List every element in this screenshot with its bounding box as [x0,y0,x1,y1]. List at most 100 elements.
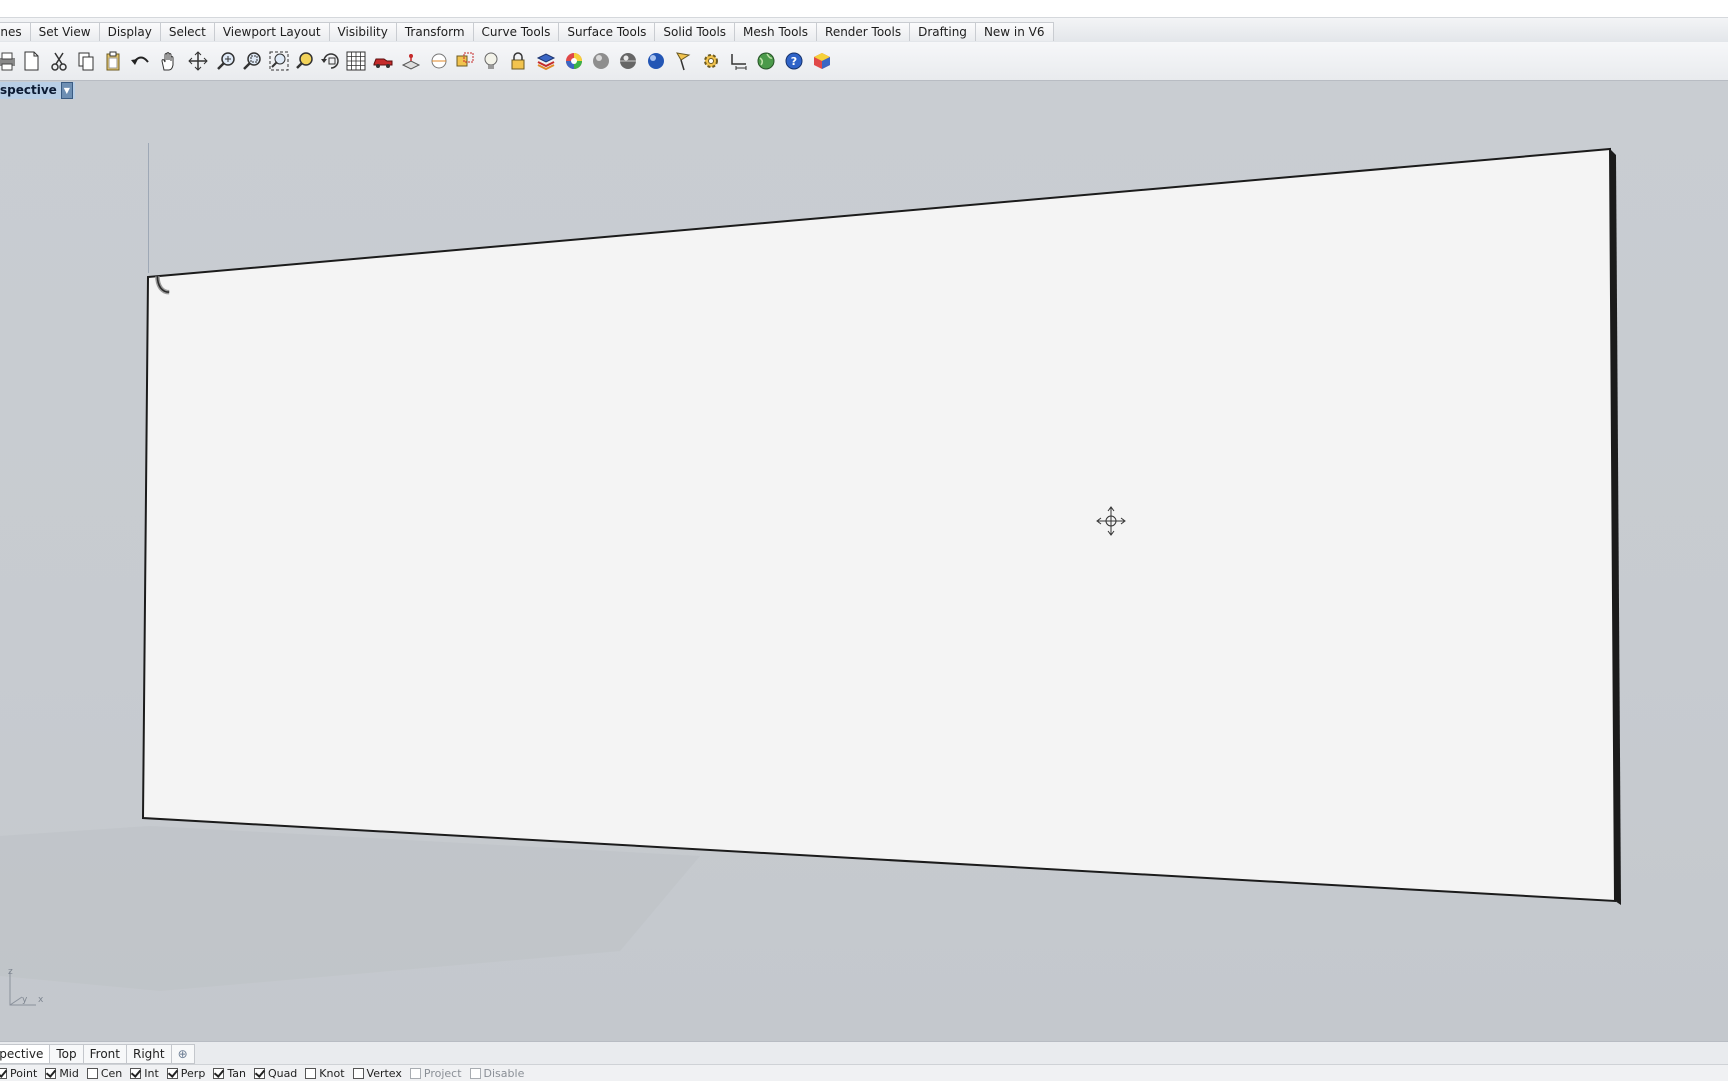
view-tab-top[interactable]: Top [49,1044,84,1064]
toolbar-tab-drafting[interactable]: Drafting [909,22,976,41]
zoom-window-icon[interactable] [241,50,263,72]
axis-label-z: z [8,967,13,977]
help-icon[interactable]: ? [783,50,805,72]
render-sphere-icon[interactable] [617,50,639,72]
window-top-strip [0,0,1728,17]
layer-icon[interactable] [535,50,557,72]
osnap-disable[interactable]: Disable [469,1066,525,1080]
shade-sphere-icon[interactable] [590,50,612,72]
render-cube-icon[interactable] [811,50,833,72]
osnap-label: Point [10,1066,38,1080]
cplane-icon[interactable] [400,50,422,72]
toolbar-tab-mesh-tools[interactable]: Mesh Tools [734,22,818,41]
standard-toolbar: ? [0,42,1728,81]
add-viewport-tab-button[interactable]: ⊕ [170,1044,195,1064]
named-view-icon[interactable] [454,50,476,72]
axis-label-x: x [38,995,44,1005]
osnap-point[interactable]: Point [0,1067,37,1080]
patterned-panel-model[interactable] [0,81,1728,1041]
toolbar-tab-surface-tools[interactable]: Surface Tools [558,22,656,41]
osnap-label: Cen [100,1066,123,1080]
osnap-checkbox[interactable] [409,1067,421,1079]
osnap-label: Mid [59,1066,79,1080]
osnap-project[interactable]: Project [409,1067,462,1080]
toolbar-tab-visibility[interactable]: Visibility [328,22,397,41]
osnap-checkbox[interactable] [0,1067,7,1079]
svg-text:?: ? [791,55,797,68]
view-tab-front[interactable]: Front [82,1044,127,1064]
toolbar-tab-display[interactable]: Display [98,22,161,41]
gear-icon[interactable] [700,50,722,72]
cut-icon[interactable] [48,50,70,72]
toolbar-tab-render-tools[interactable]: Render Tools [816,22,911,41]
panel-face[interactable] [141,147,1617,903]
osnap-vertex[interactable]: Vertex [352,1066,402,1080]
undo-icon[interactable] [130,50,152,72]
circle-icon[interactable] [428,50,450,72]
perspective-viewport[interactable]: z y x spective ▼ [0,81,1728,1041]
viewport-title[interactable]: spective ▼ [0,82,75,99]
toolbar-tab-new-in-v6[interactable]: New in V6 [974,22,1054,41]
toolbar-tab-bar: anesSet ViewDisplaySelectViewport Layout… [0,17,1728,43]
earth-icon[interactable] [755,50,777,72]
gumball-cursor-icon[interactable] [1096,506,1126,536]
move-cross-icon[interactable] [187,50,209,72]
view-tab-right[interactable]: Right [125,1044,172,1064]
toolbar-tab-curve-tools[interactable]: Curve Tools [472,22,560,41]
osnap-int[interactable]: Int [130,1067,159,1080]
view-tab-spective[interactable]: spective [0,1044,51,1064]
print-icon[interactable] [0,50,18,72]
osnap-checkbox[interactable] [305,1067,317,1079]
osnap-knot[interactable]: Knot [305,1066,345,1080]
dimension-icon[interactable] [728,50,750,72]
osnap-checkbox[interactable] [130,1067,142,1079]
viewport-menu-caret-icon[interactable]: ▼ [60,82,73,99]
lock-icon[interactable] [507,50,529,72]
viewport-tabs: spectiveTopFrontRight⊕ [0,1044,195,1064]
zoom-in-icon[interactable] [215,50,237,72]
osnap-label: Knot [319,1066,345,1080]
copy-icon[interactable] [75,50,97,72]
axis-label-y: y [22,995,28,1005]
light-bulb-icon[interactable] [480,50,502,72]
osnap-perp[interactable]: Perp [166,1066,206,1080]
osnap-list: Point Mid Cen Int Perp Tan Quad Knot Vertex Proje… [0,1066,532,1080]
toolbar-tab-set-view[interactable]: Set View [29,22,100,41]
rotate-view-icon[interactable] [320,50,342,72]
osnap-quad[interactable]: Quad [253,1066,298,1080]
toolbar-tabs: anesSet ViewDisplaySelectViewport Layout… [0,22,1054,41]
world-axes-icon [9,971,36,1006]
osnap-checkbox[interactable] [166,1067,178,1079]
toolbar-tab-select[interactable]: Select [159,22,215,41]
osnap-label: Quad [267,1066,298,1080]
paste-icon[interactable] [102,50,124,72]
color-wheel-icon[interactable] [563,50,585,72]
zoom-selected-icon[interactable] [294,50,316,72]
osnap-checkbox[interactable] [352,1067,364,1079]
osnap-checkbox[interactable] [213,1067,225,1079]
osnap-label: Vertex [366,1066,402,1080]
toolbar-tab-viewport-layout[interactable]: Viewport Layout [213,22,330,41]
osnap-checkbox[interactable] [253,1067,265,1079]
osnap-checkbox[interactable] [86,1067,98,1079]
osnap-label: Perp [180,1066,206,1080]
material-sphere-icon[interactable] [645,50,667,72]
osnap-label: Disable [483,1066,525,1080]
toolbar-tab-anes[interactable]: anes [0,22,31,41]
osnap-checkbox[interactable] [469,1067,481,1079]
osnap-tan[interactable]: Tan [213,1067,246,1080]
four-viewports-icon[interactable] [345,50,367,72]
osnap-bar: Point Mid Cen Int Perp Tan Quad Knot Vertex Proje… [0,1064,1728,1081]
osnap-checkbox[interactable] [45,1067,57,1079]
osnap-label: Tan [227,1066,246,1080]
pan-hand-icon[interactable] [157,50,179,72]
osnap-mid[interactable]: Mid [45,1067,79,1080]
flag-icon[interactable] [672,50,694,72]
osnap-cen[interactable]: Cen [86,1066,123,1080]
toolbar-tab-transform[interactable]: Transform [395,22,474,41]
toolbar-tab-solid-tools[interactable]: Solid Tools [654,22,736,41]
zoom-extents-icon[interactable] [268,50,290,72]
car-icon[interactable] [372,50,394,72]
new-file-icon[interactable] [20,50,42,72]
viewport-title-label: spective [0,83,57,97]
